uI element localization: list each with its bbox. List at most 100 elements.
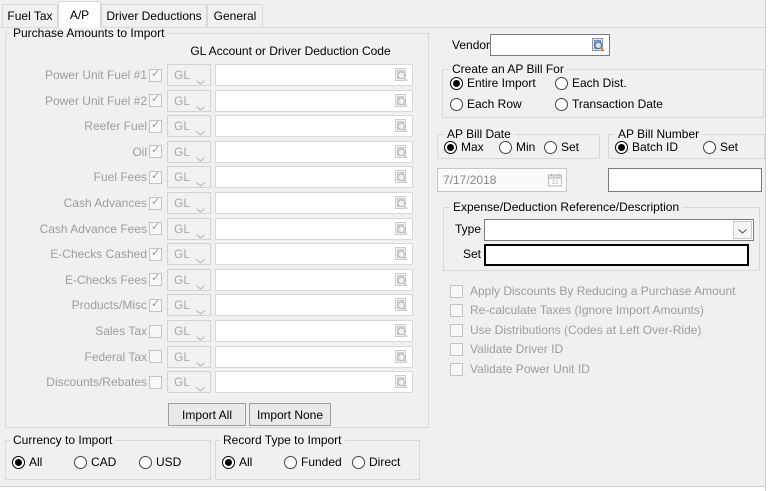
radio-icon[interactable] (555, 98, 568, 111)
import-checkbox[interactable] (149, 222, 162, 235)
gl-code-input[interactable] (218, 220, 392, 238)
radio-icon[interactable] (222, 456, 235, 469)
import-checkbox[interactable] (149, 248, 162, 261)
search-icon[interactable] (393, 144, 409, 160)
search-icon[interactable] (393, 246, 409, 262)
radio-icon[interactable] (555, 77, 568, 90)
tab[interactable]: A/P (58, 1, 101, 28)
tab[interactable]: Fuel Tax (2, 4, 58, 28)
code-type-combobox[interactable]: GL (167, 371, 211, 393)
currency-radio[interactable]: USD (139, 454, 181, 470)
search-icon[interactable] (393, 323, 409, 339)
option-checkbox[interactable] (450, 343, 463, 356)
gl-code-field[interactable] (215, 294, 413, 316)
import-checkbox[interactable] (149, 350, 162, 363)
gl-code-input[interactable] (218, 373, 392, 391)
vendor-field[interactable] (490, 34, 610, 56)
ap-bill-number-radio[interactable]: Batch ID (615, 139, 703, 155)
ap-bill-number-radio[interactable]: Set (703, 139, 738, 155)
code-type-combobox[interactable]: GL (167, 218, 211, 240)
gl-code-field[interactable] (215, 115, 413, 137)
import-none-button[interactable]: Import None (249, 403, 331, 426)
option-checkbox[interactable] (450, 285, 463, 298)
import-checkbox[interactable] (149, 145, 162, 158)
currency-radio[interactable]: All (12, 454, 74, 470)
radio-icon[interactable] (450, 98, 463, 111)
ap-bill-date-radio[interactable]: Set (544, 139, 579, 155)
ap-bill-for-radio[interactable]: Entire Import (450, 75, 555, 91)
gl-code-input[interactable] (218, 348, 392, 366)
dropdown-button[interactable] (733, 221, 752, 239)
ap-bill-for-radio[interactable]: Transaction Date (555, 96, 663, 112)
radio-icon[interactable] (12, 456, 25, 469)
import-checkbox[interactable] (149, 299, 162, 312)
radio-icon[interactable] (703, 141, 716, 154)
search-icon[interactable] (393, 195, 409, 211)
code-type-combobox[interactable]: GL (167, 90, 211, 112)
option-checkbox[interactable] (450, 324, 463, 337)
import-all-button[interactable]: Import All (168, 403, 246, 426)
radio-icon[interactable] (499, 141, 512, 154)
vendor-input[interactable] (493, 36, 589, 54)
search-icon[interactable] (393, 221, 409, 237)
gl-code-field[interactable] (215, 218, 413, 240)
import-checkbox[interactable] (149, 273, 162, 286)
gl-code-input[interactable] (218, 168, 392, 186)
gl-code-input[interactable] (218, 117, 392, 135)
ap-bill-date-radio[interactable]: Max (444, 139, 499, 155)
import-checkbox[interactable] (149, 120, 162, 133)
ap-bill-number-input[interactable] (611, 170, 759, 190)
import-checkbox[interactable] (149, 69, 162, 82)
radio-icon[interactable] (139, 456, 152, 469)
code-type-combobox[interactable]: GL (167, 192, 211, 214)
currency-radio[interactable]: CAD (74, 454, 139, 470)
ap-bill-for-radio[interactable]: Each Row (450, 96, 555, 112)
radio-icon[interactable] (615, 141, 628, 154)
gl-code-input[interactable] (218, 143, 392, 161)
code-type-combobox[interactable]: GL (167, 141, 211, 163)
gl-code-field[interactable] (215, 371, 413, 393)
gl-code-input[interactable] (218, 296, 392, 314)
search-icon[interactable] (590, 37, 606, 53)
radio-icon[interactable] (74, 456, 87, 469)
search-icon[interactable] (393, 169, 409, 185)
gl-code-field[interactable] (215, 346, 413, 368)
option-checkbox[interactable] (450, 304, 463, 317)
search-icon[interactable] (393, 349, 409, 365)
search-icon[interactable] (393, 118, 409, 134)
reference-set-input[interactable] (488, 247, 745, 263)
record-type-radio[interactable]: Funded (284, 454, 352, 470)
option-checkbox[interactable] (450, 363, 463, 376)
radio-icon[interactable] (450, 77, 463, 90)
gl-code-field[interactable] (215, 166, 413, 188)
import-checkbox[interactable] (149, 197, 162, 210)
import-checkbox[interactable] (149, 325, 162, 338)
import-checkbox[interactable] (149, 376, 162, 389)
tab[interactable]: Driver Deductions (101, 4, 207, 28)
reference-set-field[interactable] (484, 244, 749, 266)
gl-code-input[interactable] (218, 271, 392, 289)
search-icon[interactable] (393, 67, 409, 83)
code-type-combobox[interactable]: GL (167, 64, 211, 86)
gl-code-input[interactable] (218, 194, 392, 212)
radio-icon[interactable] (444, 141, 457, 154)
gl-code-input[interactable] (218, 322, 392, 340)
gl-code-field[interactable] (215, 90, 413, 112)
code-type-combobox[interactable]: GL (167, 243, 211, 265)
gl-code-field[interactable] (215, 320, 413, 342)
gl-code-input[interactable] (218, 245, 392, 263)
search-icon[interactable] (393, 374, 409, 390)
gl-code-field[interactable] (215, 64, 413, 86)
radio-icon[interactable] (544, 141, 557, 154)
code-type-combobox[interactable]: GL (167, 320, 211, 342)
code-type-combobox[interactable]: GL (167, 115, 211, 137)
code-type-combobox[interactable]: GL (167, 166, 211, 188)
gl-code-input[interactable] (218, 92, 392, 110)
gl-code-field[interactable] (215, 141, 413, 163)
import-checkbox[interactable] (149, 94, 162, 107)
search-icon[interactable] (393, 272, 409, 288)
gl-code-field[interactable] (215, 243, 413, 265)
code-type-combobox[interactable]: GL (167, 346, 211, 368)
reference-type-dropdown[interactable] (484, 219, 754, 241)
ap-bill-for-radio[interactable]: Each Dist. (555, 75, 663, 91)
